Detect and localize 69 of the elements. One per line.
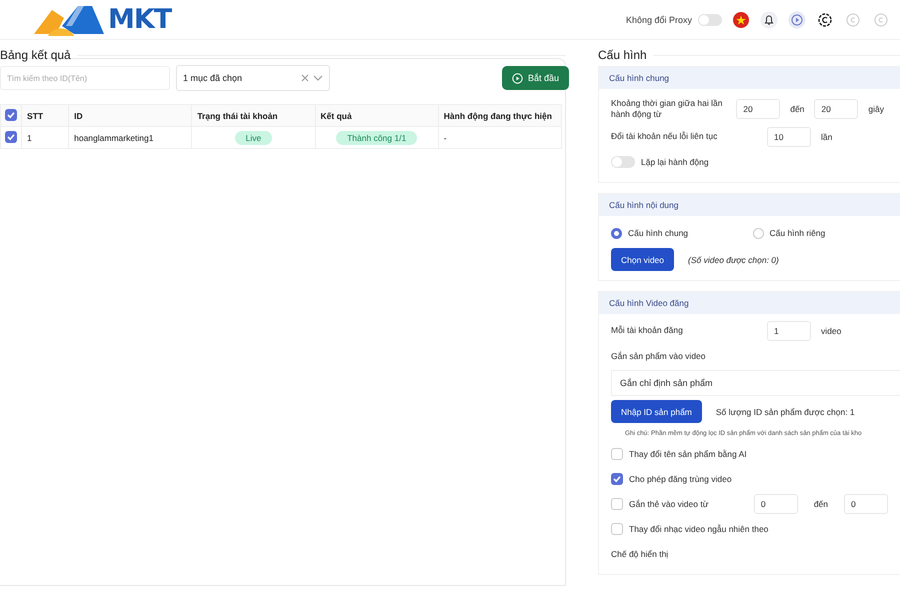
result-badge: Thành công 1/1 (336, 130, 418, 144)
field-label: Chế độ hiển thị (611, 549, 668, 559)
toggle-label: Lặp lại hành động (641, 157, 709, 167)
select-field[interactable]: 1 mục đã chọn (176, 65, 330, 91)
column-header: STT (22, 104, 69, 126)
input-field[interactable]: 20 (736, 99, 780, 119)
checkbox-label: Cho phép đăng trùng video (629, 474, 732, 484)
column-header: ID (68, 104, 192, 126)
section-header: Cấu hình chung (599, 67, 900, 89)
logo-text: MKT (108, 4, 172, 35)
input-field[interactable]: 0 (844, 494, 888, 514)
checkbox[interactable] (611, 473, 623, 485)
select-value: 1 mục đã chọn (183, 73, 244, 83)
checkbox[interactable] (5, 130, 17, 142)
column-header: Hành động đang thực hiện (438, 104, 562, 126)
clear-icon[interactable] (301, 74, 309, 82)
checkbox-label: Thay đổi tên sản phẩm bằng AI (629, 449, 747, 459)
action-button[interactable]: Nhập ID sản phẩm (611, 400, 702, 423)
bell-icon[interactable] (760, 10, 778, 28)
column-header: Trạng thái tài khoản (192, 104, 316, 126)
unit-label: lần (821, 132, 832, 142)
toggle-switch[interactable] (611, 156, 635, 168)
settings-icon[interactable] (816, 10, 834, 28)
checkbox[interactable] (611, 498, 623, 510)
play-icon (512, 72, 523, 84)
checkbox[interactable] (5, 108, 17, 120)
flag-icon[interactable] (732, 10, 750, 28)
unit-label: giây (868, 104, 884, 114)
checkbox-label: Thay đổi nhạc video ngẫu nhiên theo (629, 524, 768, 534)
play-icon[interactable] (788, 10, 806, 28)
logo-icon (34, 4, 106, 36)
unit-label: video (821, 326, 842, 336)
status-badge: Live (234, 130, 272, 144)
start-button[interactable]: Bắt đầu (502, 66, 569, 90)
section-header: Cấu hình Video đăng (599, 292, 900, 314)
proxy-toggle[interactable] (698, 14, 722, 26)
radio-button[interactable] (611, 228, 622, 238)
panel-title: Cấu hình (598, 48, 647, 62)
section-header: Cấu hình nội dung (599, 194, 900, 216)
note-text: Số lượng ID sản phẩm được chọn: 1 (716, 406, 855, 416)
search-field[interactable]: Tìm kiếm theo ID(Tên) (0, 66, 170, 90)
panel-title: Bảng kết quả (0, 48, 71, 62)
table-cell: - (438, 126, 562, 148)
input-field[interactable]: 10 (767, 127, 811, 147)
note-text: (Số video được chọn: 0) (688, 254, 779, 264)
checkbox-label: Gắn thẻ vào video từ (629, 499, 710, 509)
field-label: Khoảng thời gian giữa hai lần hành động từ (611, 98, 724, 120)
field-label: Đổi tài khoản nếu lỗi liên tục (611, 131, 718, 143)
column-header: Kết quả (315, 104, 438, 126)
action-button[interactable]: Chọn video (611, 248, 674, 271)
proxy-label: Không đổi Proxy (626, 14, 692, 24)
circle-icon[interactable] (872, 10, 890, 28)
field-label: đến (790, 104, 804, 114)
checkbox[interactable] (611, 448, 623, 460)
radio-button[interactable] (752, 228, 764, 238)
field-label: Mỗi tài khoản đăng (611, 325, 684, 337)
field-label: Gắn sản phẩm vào video (611, 351, 706, 361)
chevron-down-icon[interactable] (313, 74, 323, 82)
table-cell: hoanglammarketing1 (68, 126, 192, 148)
radio-label: Cấu hình riêng (770, 228, 826, 238)
table-cell: 1 (22, 126, 69, 148)
input-field[interactable]: 20 (814, 99, 858, 119)
radio-label: Cấu hình chung (628, 228, 688, 238)
circle-icon[interactable] (844, 10, 862, 28)
input-field[interactable]: 0 (754, 494, 798, 514)
checkbox[interactable] (611, 523, 623, 535)
input-field[interactable]: 1 (767, 321, 811, 341)
field-label: đến (814, 499, 828, 509)
select-field[interactable]: Gắn chỉ định sản phẩm (611, 370, 900, 396)
